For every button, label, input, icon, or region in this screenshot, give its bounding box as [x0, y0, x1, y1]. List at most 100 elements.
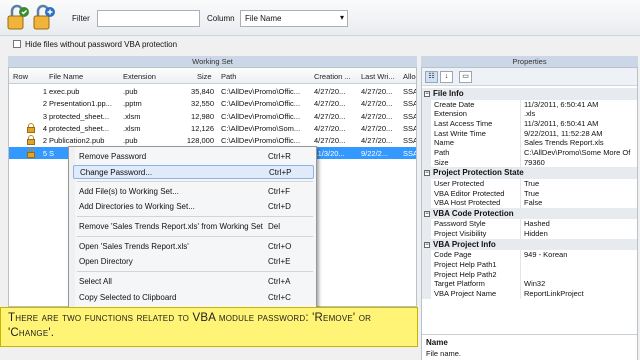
path-cell: C:\AllDev\Promo\Offic...: [221, 136, 301, 146]
property-value: C:\AllDev\Promo\Some More Of: [524, 147, 631, 157]
menu-item[interactable]: Select All Ctrl+A: [73, 275, 314, 289]
size-cell: 128,000: [186, 136, 214, 146]
col-header-last-write[interactable]: Last Wri...: [361, 72, 395, 81]
grid-header: Row File Name Extension Size Path Creati…: [9, 68, 416, 84]
col-header-path[interactable]: Path: [221, 72, 236, 81]
extension-cell: .xlsm: [123, 111, 141, 121]
row-number: 2: [42, 136, 47, 146]
hide-files-option[interactable]: Hide files without password VBA protecti…: [13, 38, 177, 50]
size-cell: 12,126: [191, 123, 214, 133]
extension-cell: .pptm: [123, 99, 142, 109]
property-row[interactable]: Name Sales Trends Report.xls: [422, 138, 637, 148]
size-cell: 12,980: [191, 111, 214, 121]
property-row[interactable]: Path C:\AllDev\Promo\Some More Of: [422, 147, 637, 158]
last-write-cell: 4/27/20...: [361, 136, 393, 146]
col-header-extension[interactable]: Extension: [123, 72, 156, 81]
col-header-size[interactable]: Size: [197, 72, 212, 81]
property-category[interactable]: − Project Protection State: [422, 167, 637, 179]
property-row[interactable]: Project Help Path1: [422, 259, 637, 270]
category-label: File Info: [433, 89, 464, 98]
file-name-cell: Publication2.pub: [49, 136, 105, 146]
col-header-alloc[interactable]: Alloc: [403, 72, 416, 81]
menu-item-shortcut: Del: [268, 222, 281, 231]
property-category[interactable]: − VBA Project Info: [422, 238, 637, 251]
lock-change-icon[interactable]: [32, 4, 56, 32]
filter-label: Filter: [72, 14, 90, 23]
property-row[interactable]: User Protected True: [422, 178, 637, 189]
property-row[interactable]: Last Access Time 11/3/2011, 6:50:41 AM: [422, 118, 637, 129]
menu-item[interactable]: Remove Password Ctrl+R: [73, 150, 314, 164]
path-cell: C:\AllDev\Promo\Offic...: [221, 111, 301, 121]
property-value: .xls: [524, 109, 536, 119]
menu-item-shortcut: Ctrl+F: [268, 187, 290, 196]
hide-files-checkbox[interactable]: [13, 40, 21, 48]
creation-cell: 4/27/20...: [314, 136, 346, 146]
property-list[interactable]: − File Info Create Date 11/3/2011, 6:50:41 …: [422, 88, 637, 299]
property-row[interactable]: VBA Project Name ReportLinkProject: [422, 289, 637, 299]
table-row[interactable]: 1 exec.pub .pub 35,840 C:\AllDev\Promo\Offic…: [9, 85, 416, 97]
filter-input[interactable]: [97, 10, 200, 27]
property-row[interactable]: Project Help Path2: [422, 269, 637, 280]
context-menu: Remove Password Ctrl+R Change Password... C…: [68, 146, 317, 309]
size-cell: 35,840: [191, 87, 214, 96]
property-name: Extension: [431, 109, 521, 119]
menu-separator: [77, 181, 313, 182]
alloc-cell: SSA: [403, 136, 417, 146]
creation-cell: 4/27/20...: [314, 99, 346, 109]
col-header-row[interactable]: Row: [13, 72, 28, 81]
column-select[interactable]: File Name ▾: [240, 10, 348, 27]
property-name: Code Page: [431, 250, 521, 260]
menu-item[interactable]: Add File(s) to Working Set... Ctrl+F: [73, 185, 314, 199]
collapse-icon[interactable]: −: [424, 90, 430, 97]
property-pages-icon[interactable]: ▭: [459, 71, 472, 83]
property-row[interactable]: Target Platform Win32: [422, 279, 637, 289]
property-value: Win32: [524, 279, 546, 289]
path-cell: C:\AllDev\Promo\Som...: [221, 123, 301, 133]
property-row[interactable]: Create Date 11/3/2011, 6:50:41 AM: [422, 99, 637, 110]
col-header-creation[interactable]: Creation ...: [314, 72, 351, 81]
file-name-cell: exec.pub: [49, 87, 80, 96]
alloc-cell: SSA: [403, 87, 417, 96]
property-row[interactable]: Code Page 949 - Korean: [422, 250, 637, 260]
property-row[interactable]: Project Visibility Hidden: [422, 229, 637, 239]
property-value: Hidden: [524, 229, 548, 239]
toolbar: Filter Column File Name ▾: [0, 0, 640, 36]
unlock-icon[interactable]: [6, 4, 30, 32]
collapse-icon[interactable]: −: [424, 170, 430, 177]
table-row[interactable]: 2 Presentation1.pp... .pptm 32,550 C:\AllDev…: [9, 97, 416, 109]
col-header-file-name[interactable]: File Name: [49, 72, 83, 81]
menu-item[interactable]: Remove 'Sales Trends Report.xls' from Wo…: [73, 220, 314, 234]
table-row[interactable]: 3 protected_sheet... .xlsm 12,980 C:\AllDev\…: [9, 110, 416, 122]
property-category[interactable]: − VBA Code Protection: [422, 207, 637, 220]
collapse-icon[interactable]: −: [424, 241, 430, 248]
property-value: 11/3/2011, 6:50:41 AM: [524, 118, 599, 128]
table-row[interactable]: 4 protected_sheet... .xlsm 12,126 C:\AllDev\…: [9, 122, 416, 134]
last-write-cell: 4/27/20...: [361, 123, 393, 133]
table-row[interactable]: 2 Publication2.pub .pub 128,000 C:\AllDev\Pr…: [9, 134, 416, 146]
property-row[interactable]: Extension .xls: [422, 109, 637, 119]
menu-item[interactable]: Change Password... Ctrl+P: [73, 165, 314, 179]
menu-item[interactable]: Add Directories to Working Set... Ctrl+D: [73, 200, 314, 214]
sort-alpha-icon[interactable]: ↓: [440, 71, 453, 83]
property-name: Project Visibility: [431, 229, 521, 239]
menu-item-label: Add Directories to Working Set...: [79, 202, 195, 211]
property-row[interactable]: VBA Editor Protected True: [422, 188, 637, 199]
property-name: Path: [431, 147, 521, 158]
menu-item[interactable]: Copy Selected to Clipboard Ctrl+C: [73, 291, 314, 305]
categorized-view-icon[interactable]: ☷: [425, 71, 438, 83]
collapse-icon[interactable]: −: [424, 210, 430, 217]
property-row[interactable]: Password Style Hashed: [422, 219, 637, 230]
property-category[interactable]: − File Info: [422, 88, 637, 100]
menu-item[interactable]: Open Directory Ctrl+E: [73, 255, 314, 269]
extension-cell: .pub: [123, 87, 138, 96]
property-row[interactable]: Last Write Time 9/22/2011, 11:52:28 AM: [422, 128, 637, 139]
property-row[interactable]: VBA Host Protected False: [422, 198, 637, 208]
menu-item-shortcut: Ctrl+O: [268, 242, 292, 251]
menu-item-label: Copy Selected to Clipboard: [79, 293, 177, 302]
creation-cell: 4/27/20...: [314, 87, 346, 96]
property-row[interactable]: Size 79360: [422, 157, 637, 168]
property-value: 9/22/2011, 11:52:28 AM: [524, 128, 603, 138]
file-name-cell: protected_sheet...: [49, 123, 110, 133]
menu-separator: [77, 271, 313, 272]
menu-item[interactable]: Open 'Sales Trends Report.xls' Ctrl+O: [73, 240, 314, 254]
